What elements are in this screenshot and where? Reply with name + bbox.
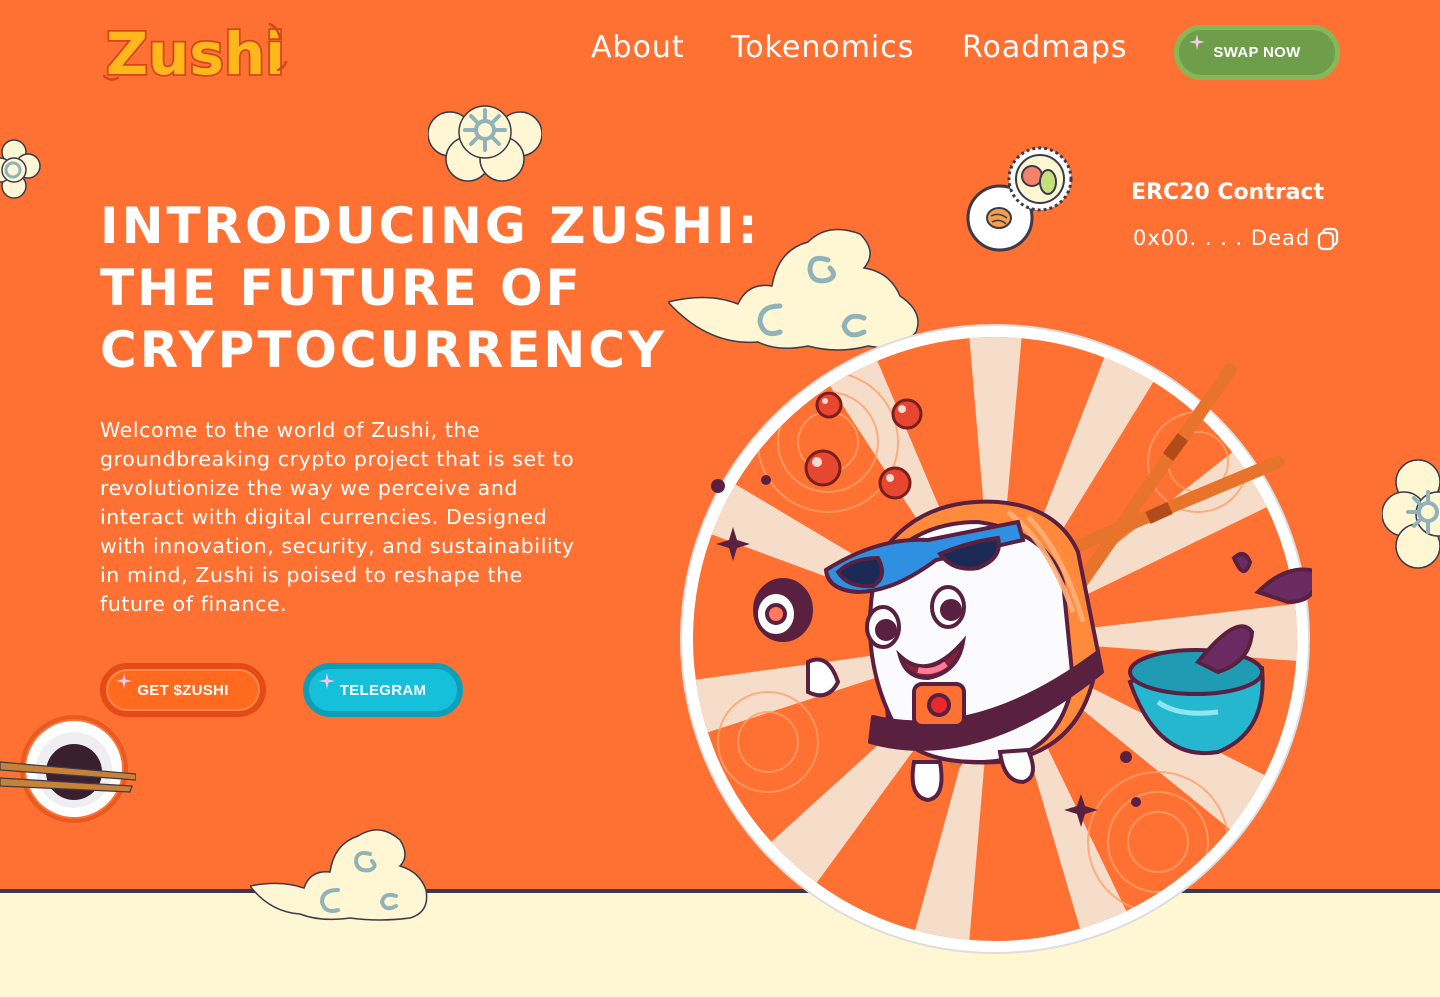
hero-title-line-2: THE FUTURE OF xyxy=(100,259,583,317)
sparkle-icon xyxy=(319,673,335,689)
contract-title: ERC20 Contract xyxy=(1131,180,1325,205)
hero-title-line-1: INTRODUCING ZUSHI: xyxy=(100,197,761,255)
telegram-label: TELEGRAM xyxy=(339,681,427,699)
swap-now-button[interactable]: SWAP NOW xyxy=(1174,25,1340,80)
get-zushi-label: GET $ZUSHI xyxy=(137,681,229,699)
svg-text:Zushi: Zushi xyxy=(106,20,285,86)
sushi-mascot-illustration xyxy=(680,324,1312,954)
nav-tokenomics[interactable]: Tokenomics xyxy=(731,30,914,65)
flower-icon xyxy=(0,139,41,199)
sushi-icon xyxy=(966,146,1073,252)
get-zushi-button[interactable]: GET $ZUSHI xyxy=(100,663,266,717)
nav-roadmaps[interactable]: Roadmaps xyxy=(962,30,1128,65)
hero-title: INTRODUCING ZUSHI: THE FUTURE OF CRYPTOC… xyxy=(100,195,761,381)
nav-about[interactable]: About xyxy=(591,30,685,65)
telegram-button[interactable]: TELEGRAM xyxy=(303,663,463,717)
cloud-icon xyxy=(250,829,428,921)
sparkle-icon xyxy=(116,673,132,689)
swap-now-label: SWAP NOW xyxy=(1213,44,1301,61)
copy-icon[interactable] xyxy=(1316,227,1342,251)
sparkle-icon xyxy=(1189,34,1205,50)
hero-description: Welcome to the world of Zushi, the groun… xyxy=(100,418,575,616)
contract-address[interactable]: 0x00. . . . Dead xyxy=(1133,226,1310,250)
flower-icon xyxy=(428,105,542,182)
soy-sauce-icon xyxy=(0,715,136,823)
hero-title-line-3: CRYPTOCURRENCY xyxy=(100,321,668,379)
flower-icon xyxy=(1382,459,1440,569)
zushi-logo[interactable]: Zushi xyxy=(100,14,290,86)
